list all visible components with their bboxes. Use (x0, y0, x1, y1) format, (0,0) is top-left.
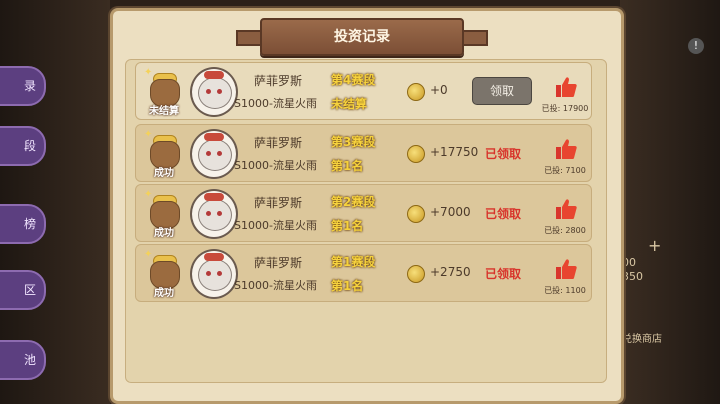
side-tab-1[interactable]: 录 (0, 66, 46, 106)
record-row: ✦ 未结算 萨菲罗斯 S1000-流星火雨 第4赛段 未结算 +0 领取 已投:… (135, 62, 592, 120)
hero-name: 萨菲罗斯 (254, 74, 303, 88)
stage-label: 第2赛段 (331, 195, 376, 209)
side-tab-5[interactable]: 池 (0, 340, 46, 380)
server-name: S1000-流星火雨 (234, 97, 317, 110)
server-name: S1000-流星火雨 (234, 219, 317, 232)
hero-name: 萨菲罗斯 (254, 196, 303, 210)
sparkle-icon: ✦ (144, 129, 153, 140)
claim-button[interactable]: 领取 (472, 77, 532, 105)
result-label: 第1名 (331, 159, 364, 173)
hero-avatar-eye (217, 211, 222, 216)
hero-avatar-face (198, 77, 232, 109)
hero-avatar-eye (206, 271, 211, 276)
sparkle-icon: ✦ (144, 67, 153, 78)
hero-avatar-eye (206, 89, 211, 94)
hero-avatar-face (198, 259, 232, 291)
hero-avatar-eye (217, 151, 222, 156)
coin-bag-icon: ✦ 成功 (144, 129, 184, 179)
side-tab-4[interactable]: 区 (0, 270, 46, 310)
thumbs-up-icon[interactable] (554, 197, 578, 221)
record-row: ✦ 成功 萨菲罗斯 S1000-流星火雨 第3赛段 第1名 +17750 已领取… (135, 124, 592, 182)
hero-avatar (190, 189, 238, 239)
stage-label: 第1赛段 (331, 255, 376, 269)
reward-amount: +2750 (430, 265, 471, 279)
gold-coin-icon (407, 83, 425, 101)
record-row: ✦ 成功 萨菲罗斯 S1000-流星火雨 第1赛段 第1名 +2750 已领取 … (135, 244, 592, 302)
voted-amount: 已投: 7100 (544, 166, 586, 175)
claimed-label: 已领取 (485, 267, 522, 281)
hero-avatar-eye (206, 211, 211, 216)
hero-avatar-eye (217, 89, 222, 94)
hero-avatar (190, 129, 238, 179)
hero-avatar-bow (204, 133, 224, 141)
coin-bag-icon: ✦ 未结算 (144, 67, 184, 117)
reward-amount: +17750 (430, 145, 479, 159)
hero-avatar-face (198, 199, 232, 231)
coin-bag-icon: ✦ 成功 (144, 249, 184, 299)
hero-avatar-bow (204, 193, 224, 201)
hero-avatar (190, 67, 238, 117)
voted-amount: 已投: 17900 (541, 104, 589, 113)
coin-bag-icon: ✦ 成功 (144, 189, 184, 239)
hero-avatar-bow (204, 71, 224, 79)
server-name: S1000-流星火雨 (234, 279, 317, 292)
result-label: 第1名 (331, 279, 364, 293)
thumbs-up-icon[interactable] (554, 257, 578, 281)
panel-title: 投资记录 (236, 18, 488, 56)
record-row: ✦ 成功 萨菲罗斯 S1000-流星火雨 第2赛段 第1名 +7000 已领取 … (135, 184, 592, 242)
thumbs-up-icon[interactable] (554, 75, 578, 99)
stage-label: 第3赛段 (331, 135, 376, 149)
hero-avatar-eye (217, 271, 222, 276)
sparkle-icon: ✦ (144, 189, 153, 200)
server-name: S1000-流星火雨 (234, 159, 317, 172)
sparkle-icon: ✦ (144, 249, 153, 260)
claimed-label: 已领取 (485, 207, 522, 221)
hero-name: 萨菲罗斯 (254, 256, 303, 270)
help-icon[interactable]: ! (688, 38, 704, 54)
result-label: 第1名 (331, 219, 364, 233)
thumbs-up-icon[interactable] (554, 137, 578, 161)
reward-amount: +0 (430, 83, 448, 97)
voted-amount: 已投: 2800 (544, 226, 586, 235)
record-status: 未结算 (149, 106, 179, 117)
hero-avatar-bow (204, 253, 224, 261)
hero-avatar-face (198, 139, 232, 171)
stage-label: 第4赛段 (331, 73, 376, 87)
hero-name: 萨菲罗斯 (254, 136, 303, 150)
result-label: 未结算 (331, 97, 368, 111)
right-value-b: 350 (622, 270, 643, 283)
voted-amount: 已投: 1100 (544, 286, 586, 295)
right-value-a: 00 (622, 256, 636, 269)
shop-label[interactable]: 兑换商店 (622, 330, 662, 345)
side-tab-3[interactable]: 榜 (0, 204, 46, 244)
gold-coin-icon (407, 265, 425, 283)
gold-coin-icon (407, 205, 425, 223)
record-status: 成功 (154, 168, 174, 179)
record-status: 成功 (154, 288, 174, 299)
gold-coin-icon (407, 145, 425, 163)
side-tab-2[interactable]: 段 (0, 126, 46, 166)
hero-avatar (190, 249, 238, 299)
record-status: 成功 (154, 228, 174, 239)
reward-amount: +7000 (430, 205, 471, 219)
claimed-label: 已领取 (485, 147, 522, 161)
plus-icon[interactable]: + (648, 236, 661, 255)
hero-avatar-eye (206, 151, 211, 156)
